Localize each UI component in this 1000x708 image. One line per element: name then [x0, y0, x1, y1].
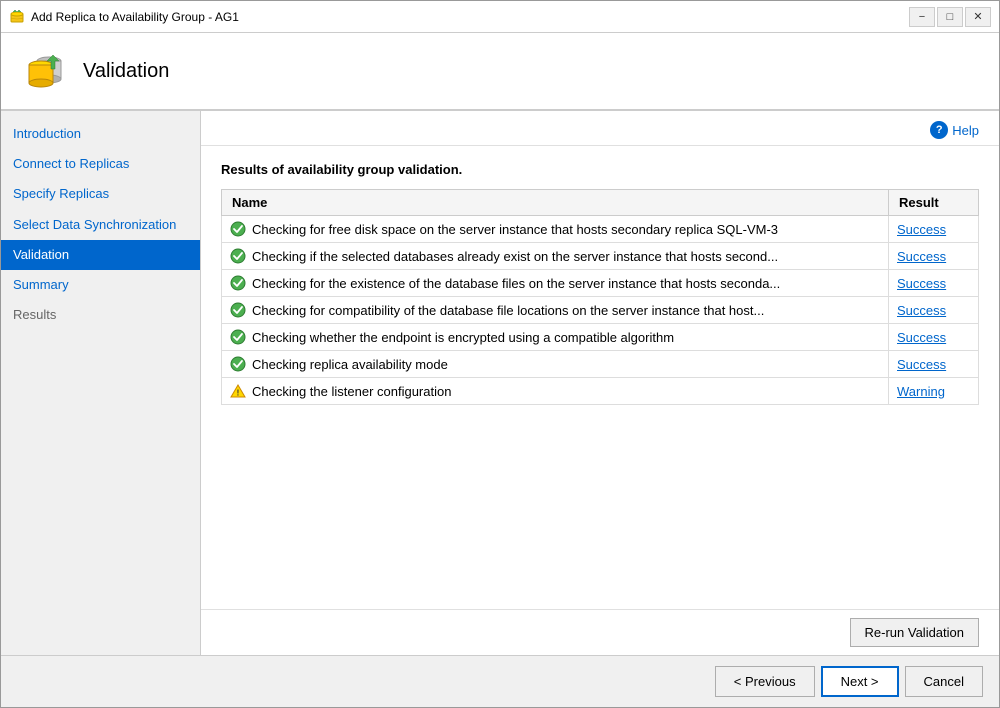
- name-cell: Checking for compatibility of the databa…: [222, 297, 889, 324]
- result-link[interactable]: Success: [897, 249, 946, 264]
- success-icon: [230, 329, 246, 345]
- sidebar-item-results: Results: [1, 300, 200, 330]
- header-icon: [21, 47, 69, 95]
- table-row: Checking for free disk space on the serv…: [222, 216, 979, 243]
- table-row: ! Checking the listener configuration Warn…: [222, 378, 979, 405]
- window-title: Add Replica to Availability Group - AG1: [31, 10, 909, 24]
- rerun-button[interactable]: Re-run Validation: [850, 618, 979, 647]
- check-name: Checking replica availability mode: [252, 357, 448, 372]
- table-row: Checking replica availability mode Succes…: [222, 351, 979, 378]
- window-controls: − □ ✕: [909, 7, 991, 27]
- name-cell-inner: Checking for compatibility of the databa…: [230, 302, 880, 318]
- footer-buttons: < Previous Next > Cancel: [715, 666, 983, 697]
- result-cell[interactable]: Success: [889, 216, 979, 243]
- success-icon: [230, 275, 246, 291]
- sidebar-item-specify-replicas[interactable]: Specify Replicas: [1, 179, 200, 209]
- body: Introduction Connect to Replicas Specify…: [1, 111, 999, 655]
- result-link[interactable]: Warning: [897, 384, 945, 399]
- sidebar-item-select-data-sync[interactable]: Select Data Synchronization: [1, 210, 200, 240]
- page-title: Validation: [83, 60, 169, 83]
- success-icon: [230, 356, 246, 372]
- name-cell-inner: Checking for free disk space on the serv…: [230, 221, 880, 237]
- success-icon: [230, 248, 246, 264]
- result-cell[interactable]: Success: [889, 324, 979, 351]
- warning-icon: !: [230, 383, 246, 399]
- check-name: Checking whether the endpoint is encrypt…: [252, 330, 674, 345]
- result-cell[interactable]: Warning: [889, 378, 979, 405]
- content-header: ? Help: [201, 111, 999, 146]
- validation-table: Name Result Checking for free disk space…: [221, 189, 979, 405]
- previous-button[interactable]: < Previous: [715, 666, 815, 697]
- close-button[interactable]: ✕: [965, 7, 991, 27]
- result-link[interactable]: Success: [897, 330, 946, 345]
- maximize-button[interactable]: □: [937, 7, 963, 27]
- sidebar: Introduction Connect to Replicas Specify…: [1, 111, 201, 655]
- minimize-button[interactable]: −: [909, 7, 935, 27]
- results-title: Results of availability group validation…: [221, 162, 979, 177]
- result-link[interactable]: Success: [897, 357, 946, 372]
- name-cell-inner: Checking for the existence of the databa…: [230, 275, 880, 291]
- check-name: Checking for compatibility of the databa…: [252, 303, 764, 318]
- help-icon: ?: [930, 121, 948, 139]
- name-cell-inner: Checking replica availability mode: [230, 356, 880, 372]
- result-link[interactable]: Success: [897, 303, 946, 318]
- page-header: Validation: [1, 33, 999, 111]
- sidebar-item-summary[interactable]: Summary: [1, 270, 200, 300]
- check-name: Checking if the selected databases alrea…: [252, 249, 778, 264]
- main-window: Add Replica to Availability Group - AG1 …: [0, 0, 1000, 708]
- help-label: Help: [952, 123, 979, 138]
- rerun-container: Re-run Validation: [201, 609, 999, 655]
- name-cell-inner: Checking whether the endpoint is encrypt…: [230, 329, 880, 345]
- name-cell: ! Checking the listener configuration: [222, 378, 889, 405]
- content-body: Results of availability group validation…: [201, 146, 999, 609]
- result-cell[interactable]: Success: [889, 243, 979, 270]
- result-link[interactable]: Success: [897, 222, 946, 237]
- result-cell[interactable]: Success: [889, 351, 979, 378]
- col-result: Result: [889, 190, 979, 216]
- success-icon: [230, 302, 246, 318]
- name-cell: Checking for free disk space on the serv…: [222, 216, 889, 243]
- next-button[interactable]: Next >: [821, 666, 899, 697]
- check-name: Checking the listener configuration: [252, 384, 451, 399]
- name-cell: Checking whether the endpoint is encrypt…: [222, 324, 889, 351]
- result-cell[interactable]: Success: [889, 297, 979, 324]
- sidebar-item-connect-replicas[interactable]: Connect to Replicas: [1, 149, 200, 179]
- help-link[interactable]: ? Help: [930, 121, 979, 139]
- name-cell: Checking if the selected databases alrea…: [222, 243, 889, 270]
- svg-text:!: !: [237, 389, 240, 398]
- name-cell: Checking for the existence of the databa…: [222, 270, 889, 297]
- table-row: Checking for compatibility of the databa…: [222, 297, 979, 324]
- footer: < Previous Next > Cancel: [1, 655, 999, 707]
- table-row: Checking whether the endpoint is encrypt…: [222, 324, 979, 351]
- sidebar-item-introduction[interactable]: Introduction: [1, 119, 200, 149]
- result-link[interactable]: Success: [897, 276, 946, 291]
- cancel-button[interactable]: Cancel: [905, 666, 983, 697]
- sidebar-item-validation[interactable]: Validation: [1, 240, 200, 270]
- table-row: Checking if the selected databases alrea…: [222, 243, 979, 270]
- result-cell[interactable]: Success: [889, 270, 979, 297]
- content-panel: ? Help Results of availability group val…: [201, 111, 999, 655]
- check-name: Checking for the existence of the databa…: [252, 276, 780, 291]
- name-cell-inner: Checking if the selected databases alrea…: [230, 248, 880, 264]
- success-icon: [230, 221, 246, 237]
- title-bar: Add Replica to Availability Group - AG1 …: [1, 1, 999, 33]
- name-cell-inner: ! Checking the listener configuration: [230, 383, 880, 399]
- table-row: Checking for the existence of the databa…: [222, 270, 979, 297]
- col-name: Name: [222, 190, 889, 216]
- app-icon: [9, 9, 25, 25]
- name-cell: Checking replica availability mode: [222, 351, 889, 378]
- check-name: Checking for free disk space on the serv…: [252, 222, 778, 237]
